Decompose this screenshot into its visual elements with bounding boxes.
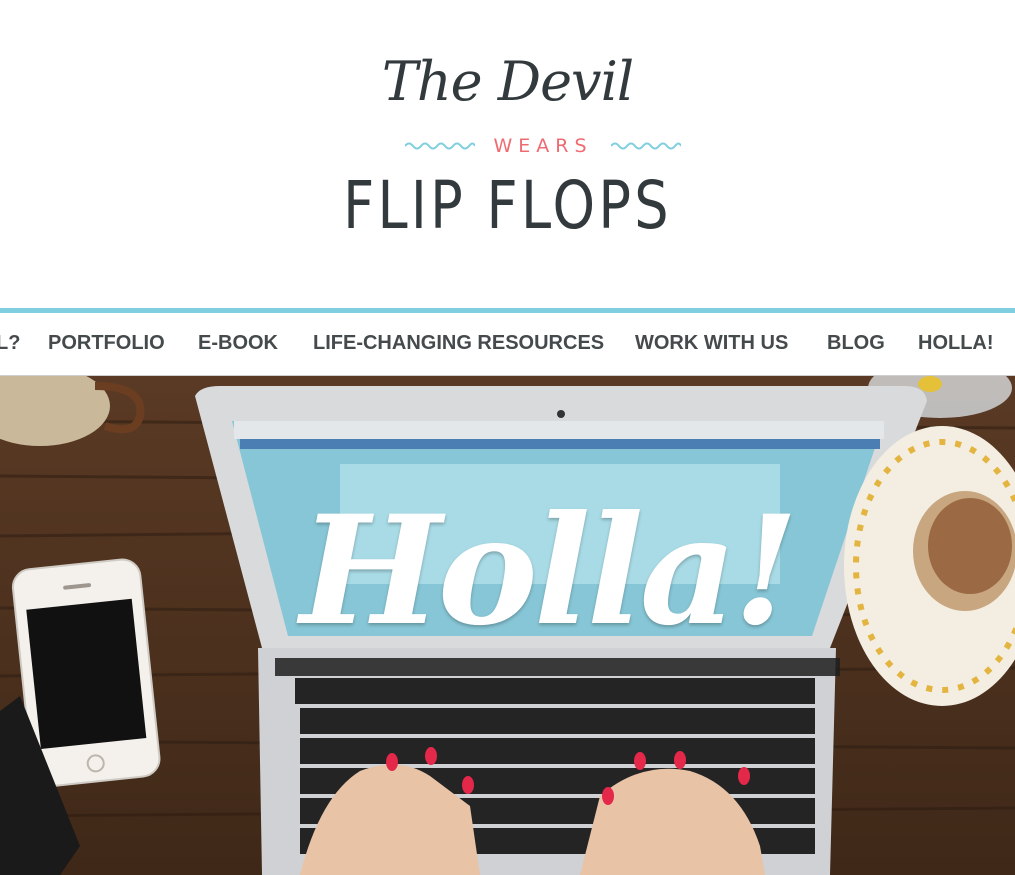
nav-item-holla[interactable]: HOLLA!	[918, 313, 994, 375]
nav-item-life-changing-resources[interactable]: LIFE-CHANGING RESOURCES	[313, 313, 604, 375]
main-nav: L? PORTFOLIO E-BOOK LIFE-CHANGING RESOUR…	[0, 313, 1015, 375]
nav-item-ebook[interactable]: E-BOOK	[198, 313, 278, 375]
logo-line-the-devil[interactable]: The Devil	[0, 42, 1015, 122]
hero-banner: Holla!	[0, 376, 1015, 875]
hero-title: Holla!	[300, 483, 799, 659]
site-header: The Devil WEARS FLIP FLOPS	[0, 0, 1015, 308]
nav-item-portfolio[interactable]: PORTFOLIO	[48, 313, 165, 375]
wave-right-icon	[611, 142, 681, 150]
nav-item-blog[interactable]: BLOG	[827, 313, 885, 375]
logo-wears-row: WEARS	[405, 134, 681, 158]
logo-line-flip-flops[interactable]: FLIP FLOPS	[91, 166, 923, 246]
nav-item-work-with-us[interactable]: WORK WITH US	[635, 313, 788, 375]
nav-item-partial[interactable]: L?	[0, 313, 20, 375]
